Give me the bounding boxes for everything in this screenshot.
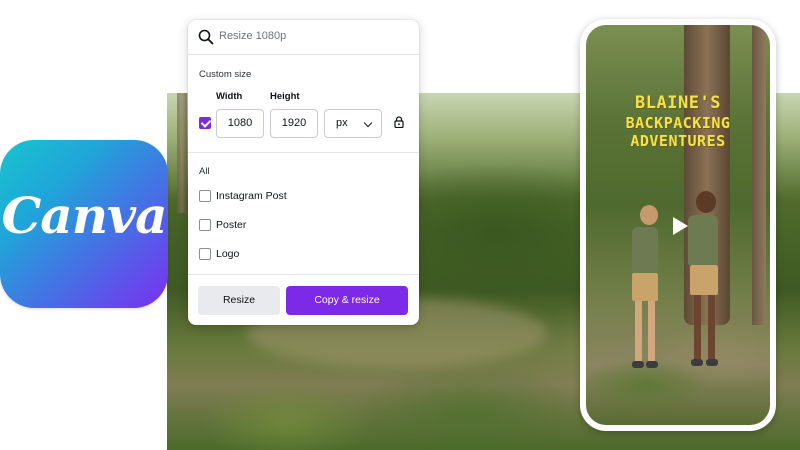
- section-divider: [188, 274, 419, 275]
- resize-panel: Resize 1080p Custom size Width Height 10…: [188, 20, 419, 325]
- story-preview: BLAINE'S BACKPACKING ADVENTURES: [586, 25, 770, 425]
- logo-checkbox[interactable]: [199, 248, 211, 260]
- unit-select[interactable]: px: [324, 109, 382, 138]
- canva-app-icon: Canva: [0, 140, 168, 308]
- width-input[interactable]: 1080: [216, 109, 264, 138]
- story-title-line: BACKPACKING: [625, 114, 731, 132]
- chevron-down-icon: [363, 118, 373, 128]
- custom-size-checkbox[interactable]: [199, 117, 211, 129]
- poster-checkbox[interactable]: [199, 219, 211, 231]
- tree-trunk: [177, 93, 187, 213]
- height-label: Height: [270, 91, 300, 102]
- resize-button[interactable]: Resize: [198, 286, 280, 315]
- canva-logo-text: Canva: [1, 186, 168, 245]
- height-input[interactable]: 1920: [270, 109, 318, 138]
- all-heading: All: [199, 166, 210, 177]
- width-label: Width: [216, 91, 243, 102]
- story-title-line: BLAINE'S: [635, 93, 721, 113]
- instagram-post-checkbox[interactable]: [199, 190, 211, 202]
- section-divider: [188, 152, 419, 153]
- custom-size-heading: Custom size: [199, 69, 252, 80]
- lock-icon[interactable]: [394, 116, 404, 128]
- copy-and-resize-button[interactable]: Copy & resize: [286, 286, 408, 315]
- unit-select-value: px: [336, 117, 348, 129]
- child-figure: [624, 205, 664, 405]
- search-icon: [198, 29, 214, 45]
- story-title-line: ADVENTURES: [630, 132, 726, 150]
- poster-label[interactable]: Poster: [216, 219, 246, 231]
- play-icon[interactable]: [668, 215, 690, 237]
- tree-trunk: [752, 25, 766, 325]
- instagram-post-label[interactable]: Instagram Post: [216, 190, 287, 202]
- phone-mockup: BLAINE'S BACKPACKING ADVENTURES: [580, 19, 776, 431]
- logo-label[interactable]: Logo: [216, 248, 239, 260]
- search-input[interactable]: Resize 1080p: [219, 30, 399, 42]
- search-bar[interactable]: Resize 1080p: [188, 20, 419, 55]
